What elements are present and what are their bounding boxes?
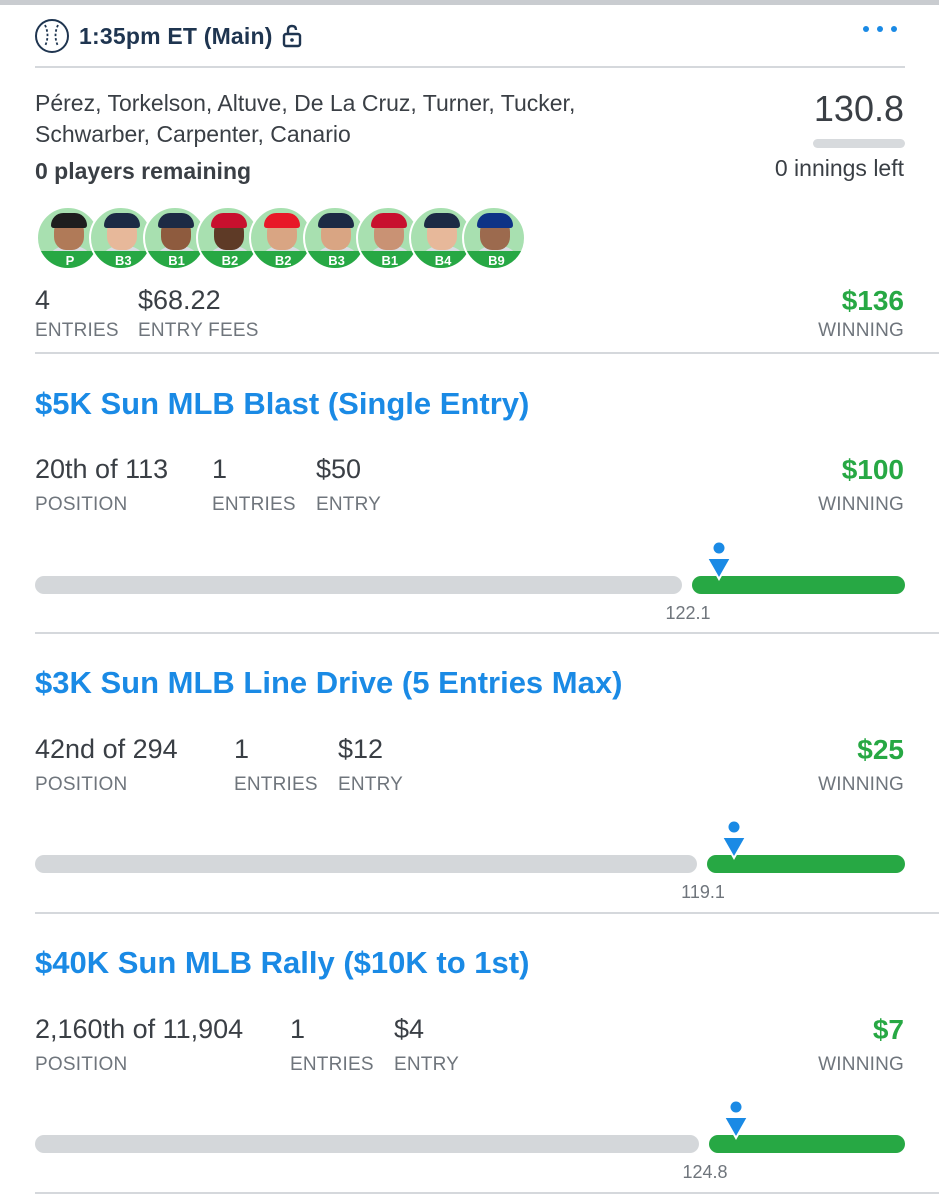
entry-fee-value: $12 <box>338 734 384 764</box>
payout-track <box>35 1135 905 1153</box>
entries-value: 1 <box>234 734 250 764</box>
player-cap <box>264 213 301 228</box>
contest-title[interactable]: $40K Sun MLB Rally ($10K to 1st) <box>35 945 529 981</box>
entry-fees-label: ENTRY FEES <box>138 320 259 341</box>
lineup-winning-value: $136 <box>841 285 904 316</box>
contest-title[interactable]: $5K Sun MLB Blast (Single Entry) <box>35 386 529 422</box>
player-cap <box>317 213 354 228</box>
user-position-marker-icon <box>706 542 732 582</box>
player-cap <box>424 213 461 228</box>
players-remaining: 0 players remaining <box>35 158 252 184</box>
user-position-marker-icon <box>721 821 747 861</box>
player-avatar[interactable]: B9 <box>462 206 527 270</box>
lineup-score: 130.8 <box>813 88 904 129</box>
position-label: POSITION <box>35 494 128 515</box>
cutline-score: 119.1 <box>681 882 725 902</box>
divider <box>35 632 939 634</box>
track-below-cutline <box>35 1135 699 1153</box>
track-below-cutline <box>35 855 697 873</box>
position-label: POSITION <box>35 774 128 795</box>
score-progress-bar <box>813 139 905 148</box>
lineup-entries-label: ENTRIES <box>35 320 119 341</box>
position-value: 42nd of 294 <box>35 734 178 764</box>
entry-fee-value: $50 <box>316 454 362 484</box>
player-cap <box>51 213 87 228</box>
entries-value: 1 <box>290 1014 306 1044</box>
user-position-marker-icon <box>723 1101 749 1141</box>
entries-label: ENTRIES <box>234 774 318 795</box>
divider <box>35 912 939 914</box>
entries-value: 1 <box>212 454 228 484</box>
lineup-entries-value: 4 <box>35 285 51 315</box>
entry-fee-label: ENTRY <box>338 774 404 795</box>
more-icon[interactable] <box>863 26 897 32</box>
winning-label: WINNING <box>818 1054 904 1075</box>
entries-label: ENTRIES <box>212 494 296 515</box>
player-cap <box>157 213 194 228</box>
player-position-badge: B9 <box>464 251 525 268</box>
winning-label: WINNING <box>818 494 904 515</box>
entries-label: ENTRIES <box>290 1054 374 1075</box>
divider <box>35 66 905 68</box>
divider <box>35 352 939 354</box>
payout-track <box>35 576 905 594</box>
player-cap <box>370 213 407 228</box>
slate-header: 1:35pm ET (Main) <box>35 16 905 56</box>
cutline-score: 122.1 <box>665 603 711 623</box>
player-cap <box>210 213 247 228</box>
entry-fee-label: ENTRY <box>394 1054 460 1075</box>
entry-fees-value: $68.22 <box>138 285 221 315</box>
baseball-icon <box>35 19 69 53</box>
contest-title[interactable]: $3K Sun MLB Line Drive (5 Entries Max) <box>35 665 622 701</box>
winning-label: WINNING <box>818 774 904 795</box>
position-label: POSITION <box>35 1054 128 1075</box>
payout-track <box>35 855 905 873</box>
player-cap <box>477 213 514 228</box>
position-value: 2,160th of 11,904 <box>35 1014 244 1044</box>
winning-value: $100 <box>841 454 904 485</box>
top-border <box>0 0 939 5</box>
divider <box>35 1192 939 1194</box>
entry-fee-label: ENTRY <box>316 494 382 515</box>
lineup-players: Pérez, Torkelson, Altuve, De La Cruz, Tu… <box>35 90 576 147</box>
lock-open-icon <box>282 24 301 48</box>
entry-fee-value: $4 <box>394 1014 425 1044</box>
innings-left: 0 innings left <box>774 155 904 181</box>
position-value: 20th of 113 <box>35 454 169 484</box>
cutline-score: 124.8 <box>682 1162 728 1182</box>
player-cap <box>104 213 141 228</box>
lineup-winning-label: WINNING <box>818 320 904 341</box>
winning-value: $25 <box>857 734 904 765</box>
track-below-cutline <box>35 576 682 594</box>
slate-title[interactable]: 1:35pm ET (Main) <box>79 23 273 50</box>
winning-value: $7 <box>872 1014 904 1045</box>
